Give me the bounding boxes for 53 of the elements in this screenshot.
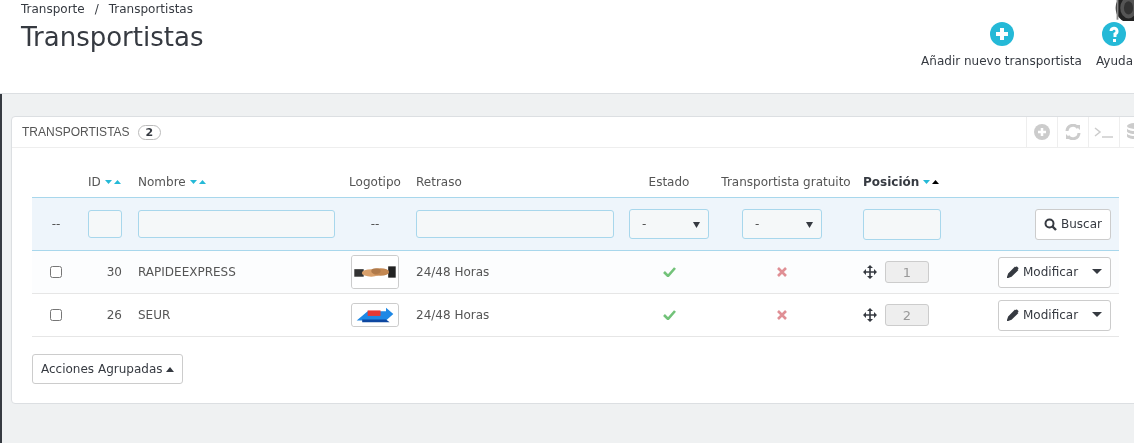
cross-icon[interactable] — [777, 267, 787, 277]
position-filter-field[interactable] — [863, 208, 941, 240]
name-cell: SEUR — [138, 308, 171, 322]
bulk-actions-button[interactable]: Acciones Agrupadas — [32, 354, 184, 384]
position-value: 2 — [885, 304, 929, 326]
help-icon — [1102, 22, 1127, 46]
move-icon[interactable] — [863, 308, 877, 322]
pencil-icon — [1007, 266, 1019, 278]
delay-cell: 24/48 Horas — [416, 308, 490, 322]
column-header: Retraso — [416, 174, 462, 189]
empty-filter: -- — [370, 217, 380, 231]
row-checkbox[interactable] — [50, 266, 62, 278]
column-header[interactable]: Nombre — [138, 174, 186, 189]
breadcrumb-link[interactable]: Transportistas — [108, 2, 193, 16]
breadcrumb-separator: / — [94, 2, 99, 16]
column-header: Transportista gratuito — [721, 174, 851, 189]
cross-icon[interactable] — [777, 310, 787, 320]
sort-arrows-icon[interactable] — [923, 177, 940, 186]
delay-filter-field[interactable] — [416, 210, 614, 238]
id-filter-field[interactable] — [88, 210, 122, 238]
free-select[interactable]: - — [742, 209, 822, 239]
column-header: Logotipo — [349, 174, 401, 189]
caret-icon[interactable] — [1092, 269, 1102, 275]
caret-icon — [806, 220, 813, 228]
search-button[interactable]: Buscar — [1035, 208, 1111, 240]
breadcrumb-link[interactable]: Transporte — [21, 2, 85, 16]
edit-button[interactable]: Modificar — [998, 299, 1111, 331]
caret-icon — [693, 220, 700, 228]
add-button[interactable]: Añadir nuevo transportista — [921, 22, 1082, 93]
check-icon[interactable] — [662, 310, 676, 320]
row-checkbox[interactable] — [50, 309, 62, 321]
column-header[interactable]: ID — [88, 174, 101, 189]
add-icon — [989, 22, 1014, 46]
id-cell: 26 — [106, 308, 122, 322]
caret-icon — [166, 366, 175, 372]
column-header: Estado — [648, 174, 690, 189]
id-cell: 30 — [106, 265, 122, 279]
pencil-icon — [1007, 309, 1019, 321]
edit-button[interactable]: Modificar — [998, 256, 1111, 288]
name-cell: RAPIDEEXPRESS — [138, 265, 236, 279]
column-header[interactable]: Posición — [863, 174, 920, 189]
check-icon[interactable] — [662, 267, 676, 277]
position-value: 1 — [885, 261, 929, 283]
status-select[interactable]: - — [629, 209, 709, 239]
name-filter-field[interactable] — [138, 210, 335, 238]
help-button[interactable]: Ayuda — [1095, 22, 1133, 93]
panel-title: TRANSPORTISTAS — [22, 125, 130, 139]
page-title: Transportistas — [21, 22, 204, 52]
empty-filter: -- — [51, 217, 61, 231]
search-icon — [1044, 217, 1057, 231]
move-icon[interactable] — [863, 265, 877, 279]
delay-cell: 24/48 Horas — [416, 265, 490, 279]
caret-icon[interactable] — [1092, 312, 1102, 318]
